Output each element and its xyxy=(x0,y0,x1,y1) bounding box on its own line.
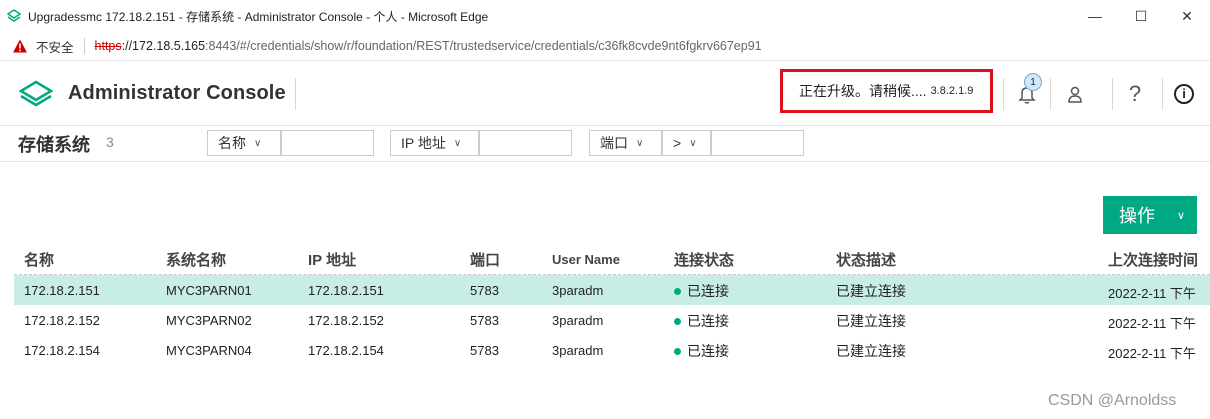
cell-system-name: MYC3PARN04 xyxy=(166,343,252,358)
hpe-logo-icon[interactable] xyxy=(18,79,54,109)
cell-name: 172.18.2.154 xyxy=(24,343,100,358)
help-icon[interactable]: ? xyxy=(1124,81,1146,106)
ip-filter-label: IP 地址 xyxy=(401,135,446,151)
cell-ip: 172.18.2.154 xyxy=(308,343,384,358)
url-host: ://172.18.5.165 xyxy=(121,39,206,53)
insecure-label[interactable]: 不安全 xyxy=(36,37,74,56)
column-header-status-description[interactable]: 状态描述 xyxy=(836,249,896,270)
url-path: :8443/#/credentials/show/r/foundation/RE… xyxy=(205,39,762,53)
warning-icon[interactable] xyxy=(12,38,28,54)
cell-last-connection: 2022-2-11 下午 xyxy=(1108,286,1196,301)
window-title: Upgradessmc 172.18.2.151 - 存储系统 - Admini… xyxy=(28,9,489,24)
page-title: 存储系统 xyxy=(18,135,90,155)
connection-status-text: 已连接 xyxy=(687,313,729,329)
name-filter-input[interactable] xyxy=(281,130,374,156)
table-header: 名称 系统名称 IP 地址 端口 User Name 连接状态 状态描述 上次连… xyxy=(14,242,1210,275)
cell-connection-status: 已连接 xyxy=(674,341,729,361)
cell-ip: 172.18.2.151 xyxy=(308,283,384,298)
cell-system-name: MYC3PARN01 xyxy=(166,283,252,298)
cell-name: 172.18.2.152 xyxy=(24,313,100,328)
header-divider xyxy=(1112,78,1113,110)
cell-system-name: MYC3PARN02 xyxy=(166,313,252,328)
header-divider xyxy=(1162,78,1163,110)
storage-systems-table: 名称 系统名称 IP 地址 端口 User Name 连接状态 状态描述 上次连… xyxy=(14,242,1210,365)
cell-last-connection: 2022-2-11 下午 xyxy=(1108,316,1196,331)
column-header-port[interactable]: 端口 xyxy=(470,249,500,270)
chevron-down-icon: ∨ xyxy=(453,137,462,149)
column-header-connection-status[interactable]: 连接状态 xyxy=(674,249,734,270)
port-filter-select[interactable]: 端口 ∨ xyxy=(589,130,662,156)
ip-filter-input[interactable] xyxy=(479,130,572,156)
connection-status-text: 已连接 xyxy=(687,343,729,359)
watermark-text: CSDN @Arnoldss xyxy=(1048,392,1177,409)
header-divider xyxy=(1050,78,1051,110)
cell-port: 5783 xyxy=(470,313,499,328)
filter-bar: 存储系统 3 名称 ∨ IP 地址 ∨ 端口 ∨ > ∨ xyxy=(0,126,1210,162)
window-title-bar: Upgradessmc 172.18.2.151 - 存储系统 - Admini… xyxy=(0,0,1210,32)
column-header-last-connection[interactable]: 上次连接时间 xyxy=(1108,249,1198,270)
port-filter-label: 端口 xyxy=(600,135,628,151)
status-dot-icon xyxy=(674,347,681,355)
column-header-system-name[interactable]: 系统名称 xyxy=(166,249,226,270)
actions-label: 操作 xyxy=(1119,206,1155,226)
chevron-down-icon: ∨ xyxy=(689,137,697,149)
header-divider xyxy=(1003,78,1004,110)
cell-user-name: 3paradm xyxy=(552,313,604,328)
upgrade-status-text: 正在升级。请稍候.... xyxy=(799,83,927,99)
url-scheme: https xyxy=(94,39,122,53)
cell-status-description: 已建立连接 xyxy=(836,343,906,359)
table-row[interactable]: 172.18.2.154 MYC3PARN04 172.18.2.154 578… xyxy=(14,335,1210,365)
cell-port: 5783 xyxy=(470,343,499,358)
cell-connection-status: 已连接 xyxy=(674,311,729,331)
port-filter-input[interactable] xyxy=(711,130,804,156)
status-dot-icon xyxy=(674,317,681,325)
cell-user-name: 3paradm xyxy=(552,283,604,298)
connection-status-text: 已连接 xyxy=(687,283,729,299)
name-filter-select[interactable]: 名称 ∨ xyxy=(207,130,281,156)
operator-label: > xyxy=(673,135,682,151)
cell-status-description: 已建立连接 xyxy=(836,283,906,299)
maximize-button[interactable]: ☐ xyxy=(1118,0,1164,32)
table-row[interactable]: 172.18.2.151 MYC3PARN01 172.18.2.151 578… xyxy=(14,275,1210,305)
item-count: 3 xyxy=(106,134,114,150)
minimize-button[interactable]: — xyxy=(1072,0,1118,32)
app-logo-icon xyxy=(6,9,22,22)
user-icon[interactable] xyxy=(1064,83,1086,105)
app-title: Administrator Console xyxy=(68,82,286,104)
close-button[interactable]: ✕ xyxy=(1164,0,1210,32)
cell-ip: 172.18.2.152 xyxy=(308,313,384,328)
chevron-down-icon: ∨ xyxy=(636,137,644,149)
app-header: Administrator Console 正在升级。请稍候.... 3.8.2… xyxy=(0,60,1210,126)
cell-connection-status: 已连接 xyxy=(674,281,729,301)
address-divider xyxy=(83,38,85,54)
cell-last-connection: 2022-2-11 下午 xyxy=(1108,346,1196,361)
cell-user-name: 3paradm xyxy=(552,343,604,358)
column-header-name[interactable]: 名称 xyxy=(24,249,54,270)
upgrade-version: 3.8.2.1.9 xyxy=(930,85,974,97)
notification-count-badge[interactable]: 1 xyxy=(1024,73,1042,91)
column-header-user-name[interactable]: User Name xyxy=(552,252,620,267)
url-text[interactable]: https://172.18.5.165:8443/#/credentials/… xyxy=(95,39,762,53)
table-row[interactable]: 172.18.2.152 MYC3PARN02 172.18.2.152 578… xyxy=(14,305,1210,335)
column-header-ip[interactable]: IP 地址 xyxy=(308,249,356,270)
ip-filter-select[interactable]: IP 地址 ∨ xyxy=(390,130,479,156)
actions-dropdown-button[interactable]: 操作 ∨ xyxy=(1103,196,1197,234)
status-dot-icon xyxy=(674,287,681,295)
cell-status-description: 已建立连接 xyxy=(836,313,906,329)
window-controls: — ☐ ✕ xyxy=(1072,0,1210,32)
address-bar[interactable]: 不安全 https://172.18.5.165:8443/#/credenti… xyxy=(0,32,1210,60)
chevron-down-icon: ∨ xyxy=(1177,209,1186,222)
upgrade-status-banner: 正在升级。请稍候.... 3.8.2.1.9 xyxy=(780,69,993,113)
operator-select[interactable]: > ∨ xyxy=(662,130,711,156)
name-filter-label: 名称 xyxy=(218,135,246,151)
chevron-down-icon: ∨ xyxy=(254,137,262,149)
header-divider xyxy=(295,78,296,110)
cell-port: 5783 xyxy=(470,283,499,298)
cell-name: 172.18.2.151 xyxy=(24,283,100,298)
info-icon[interactable]: i xyxy=(1174,84,1194,104)
